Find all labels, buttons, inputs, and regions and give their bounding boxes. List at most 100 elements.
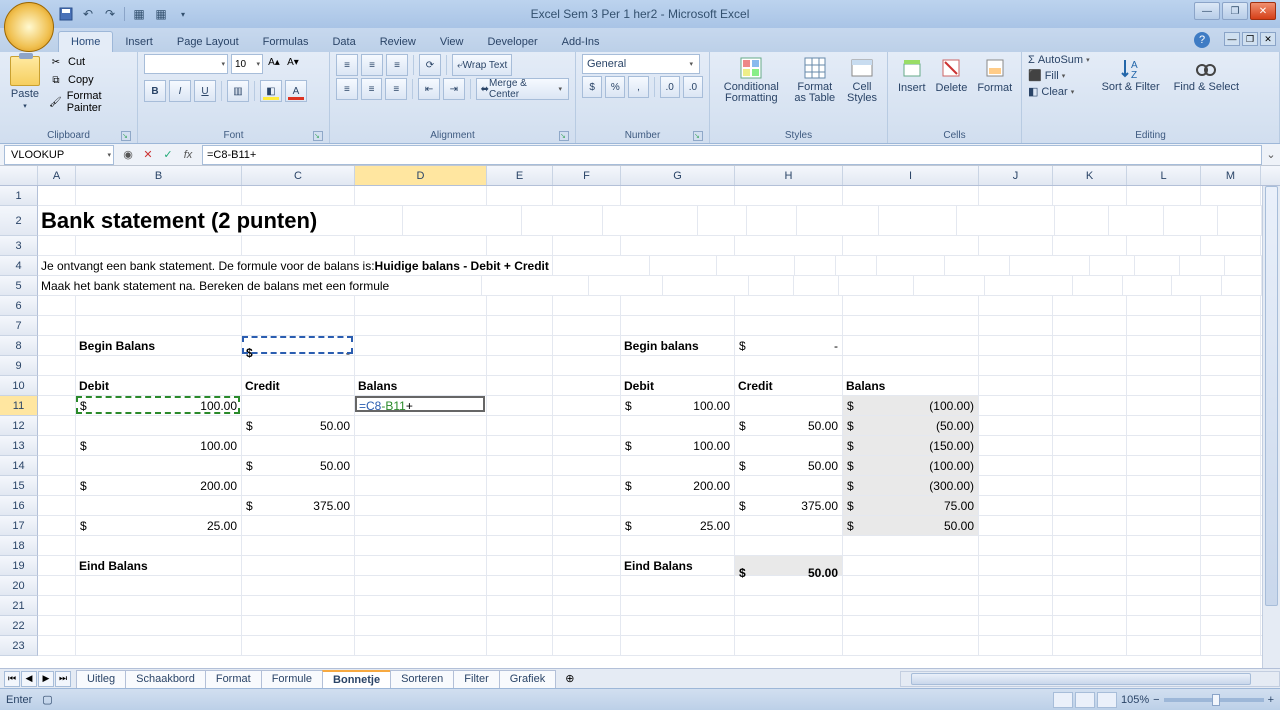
worksheet-grid[interactable]: A B C D E F G H I J K L M 12345678910111…	[0, 166, 1280, 668]
row-header[interactable]: 10	[0, 376, 38, 396]
shrink-font-icon[interactable]: A▾	[285, 54, 301, 70]
dialog-launcher-icon[interactable]: ↘	[313, 131, 323, 141]
autosum-button[interactable]: ΣAutoSum▾	[1028, 54, 1092, 66]
dialog-launcher-icon[interactable]: ↘	[559, 131, 569, 141]
page-break-view-button[interactable]	[1097, 692, 1117, 708]
row-header[interactable]: 22	[0, 616, 38, 636]
row-header[interactable]: 20	[0, 576, 38, 596]
row-header[interactable]: 15	[0, 476, 38, 496]
col-header[interactable]: A	[38, 166, 76, 185]
vertical-scrollbar[interactable]	[1262, 186, 1280, 668]
office-button[interactable]	[4, 2, 54, 52]
fill-button[interactable]: ⬛Fill▾	[1028, 69, 1092, 82]
sheet-tab[interactable]: Grafiek	[499, 670, 556, 688]
macro-record-icon[interactable]: ▢	[42, 693, 52, 706]
delete-cells-button[interactable]: Delete	[932, 54, 972, 96]
row-header[interactable]: 2	[0, 206, 38, 236]
col-header[interactable]: L	[1127, 166, 1201, 185]
zoom-slider[interactable]	[1164, 698, 1264, 702]
col-header[interactable]: G	[621, 166, 735, 185]
row-header[interactable]: 17	[0, 516, 38, 536]
decrease-decimal-button[interactable]: .0	[683, 76, 703, 98]
percent-button[interactable]: %	[605, 76, 625, 98]
row-header[interactable]: 5	[0, 276, 38, 296]
sheet-tab[interactable]: Bonnetje	[322, 670, 391, 688]
cell-styles-button[interactable]: Cell Styles	[843, 54, 881, 106]
row-header[interactable]: 19	[0, 556, 38, 576]
col-header[interactable]: H	[735, 166, 843, 185]
paste-button[interactable]: Paste ▾	[6, 54, 44, 120]
col-header[interactable]: C	[242, 166, 355, 185]
row-header[interactable]: 21	[0, 596, 38, 616]
row-header[interactable]: 9	[0, 356, 38, 376]
italic-button[interactable]: I	[169, 80, 191, 102]
formula-input[interactable]: =C8-B11+	[202, 145, 1262, 165]
row-header[interactable]: 6	[0, 296, 38, 316]
merge-center-button[interactable]: ⬌ Merge & Center ▾	[476, 78, 569, 100]
active-cell-editor[interactable]: =C8-B11+	[355, 396, 485, 412]
last-sheet-button[interactable]: ⏭	[55, 671, 71, 687]
grow-font-icon[interactable]: A▴	[266, 54, 282, 70]
row-header[interactable]: 23	[0, 636, 38, 656]
new-sheet-button[interactable]: ⊕	[559, 670, 580, 687]
align-left-button[interactable]: ≡	[336, 78, 358, 100]
format-painter-button[interactable]: 🖌Format Painter	[48, 90, 131, 114]
col-header[interactable]: B	[76, 166, 242, 185]
sort-filter-button[interactable]: AZSort & Filter	[1098, 54, 1164, 100]
cells-area[interactable]: Bank statement (2 punten)Je ontvangt een…	[38, 186, 1262, 656]
qat-dropdown-icon[interactable]: ▾	[175, 6, 191, 22]
cut-button[interactable]: ✂Cut	[48, 54, 131, 70]
increase-indent-button[interactable]: ⇥	[443, 78, 465, 100]
mdi-restore-button[interactable]: ❐	[1242, 32, 1258, 46]
number-format-combo[interactable]: General▾	[582, 54, 700, 74]
sheet-tab[interactable]: Format	[205, 670, 262, 688]
insert-cells-button[interactable]: Insert	[894, 54, 930, 96]
tab-view[interactable]: View	[428, 32, 476, 52]
font-color-button[interactable]: A	[285, 80, 307, 102]
sheet-tab[interactable]: Sorteren	[390, 670, 454, 688]
row-header[interactable]: 7	[0, 316, 38, 336]
row-header[interactable]: 18	[0, 536, 38, 556]
underline-button[interactable]: U	[194, 80, 216, 102]
name-box[interactable]: VLOOKUP▾	[4, 145, 114, 165]
col-header[interactable]: F	[553, 166, 621, 185]
col-header[interactable]: I	[843, 166, 979, 185]
close-button[interactable]: ✕	[1250, 2, 1276, 20]
decrease-indent-button[interactable]: ⇤	[418, 78, 440, 100]
conditional-formatting-button[interactable]: Conditional Formatting	[716, 54, 787, 106]
sheet-tab[interactable]: Uitleg	[76, 670, 126, 688]
orientation-button[interactable]: ⟳	[419, 54, 441, 76]
col-header[interactable]: K	[1053, 166, 1127, 185]
next-sheet-button[interactable]: ▶	[38, 671, 54, 687]
zoom-level[interactable]: 105%	[1121, 694, 1149, 706]
sheet-tab[interactable]: Formule	[261, 670, 323, 688]
bold-button[interactable]: B	[144, 80, 166, 102]
tab-insert[interactable]: Insert	[113, 32, 165, 52]
row-header[interactable]: 4	[0, 256, 38, 276]
tab-addins[interactable]: Add-Ins	[550, 32, 612, 52]
redo-icon[interactable]: ↷	[102, 6, 118, 22]
align-right-button[interactable]: ≡	[385, 78, 407, 100]
align-bottom-button[interactable]: ≡	[386, 54, 408, 76]
tab-formulas[interactable]: Formulas	[251, 32, 321, 52]
range-select-icon[interactable]: ◉	[120, 147, 136, 163]
row-header[interactable]: 14	[0, 456, 38, 476]
align-center-button[interactable]: ≡	[361, 78, 383, 100]
wrap-text-button[interactable]: ⤶ Wrap Text	[452, 54, 512, 76]
format-cells-button[interactable]: Format	[973, 54, 1016, 96]
sheet-tab[interactable]: Filter	[453, 670, 499, 688]
mdi-close-button[interactable]: ✕	[1260, 32, 1276, 46]
row-header[interactable]: 12	[0, 416, 38, 436]
expand-formula-bar-icon[interactable]: ⌄	[1262, 148, 1280, 161]
format-as-table-button[interactable]: Format as Table	[789, 54, 841, 106]
tab-review[interactable]: Review	[368, 32, 428, 52]
find-select-button[interactable]: Find & Select	[1170, 54, 1243, 100]
help-icon[interactable]: ?	[1194, 32, 1210, 48]
tab-developer[interactable]: Developer	[475, 32, 549, 52]
enter-formula-icon[interactable]: ✓	[160, 147, 176, 163]
align-middle-button[interactable]: ≡	[361, 54, 383, 76]
first-sheet-button[interactable]: ⏮	[4, 671, 20, 687]
col-header[interactable]: J	[979, 166, 1053, 185]
row-header[interactable]: 8	[0, 336, 38, 356]
prev-sheet-button[interactable]: ◀	[21, 671, 37, 687]
